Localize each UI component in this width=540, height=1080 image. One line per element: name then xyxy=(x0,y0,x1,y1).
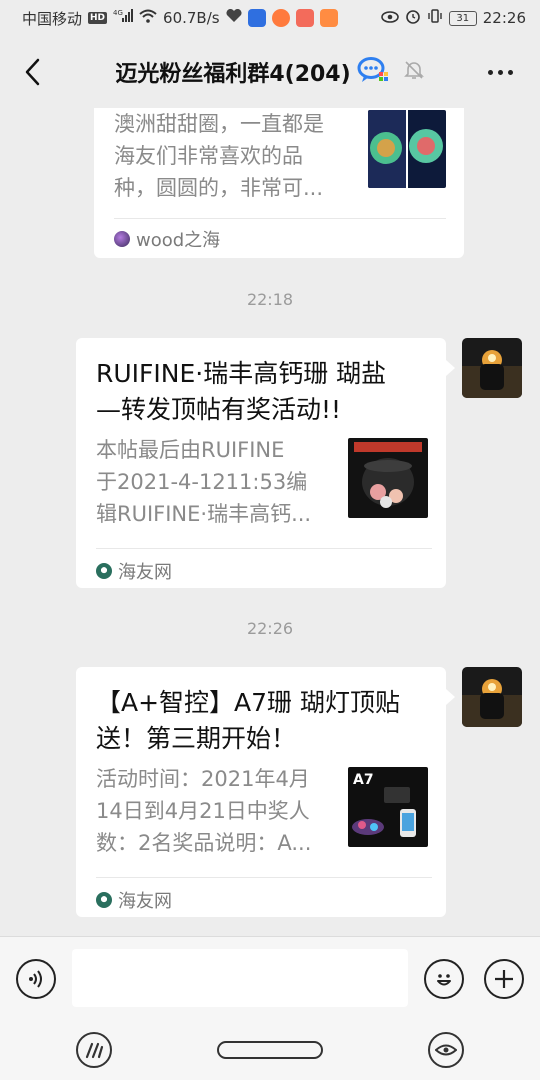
nav-assistant-button[interactable] xyxy=(428,1032,464,1068)
app-notification-icon xyxy=(295,9,314,27)
more-icon-dot xyxy=(497,69,503,75)
emoji-button[interactable] xyxy=(424,959,464,999)
chat-title: 迈光粉丝福利群4(204) xyxy=(115,62,351,87)
voice-icon xyxy=(29,970,42,988)
card-source: 海友网 xyxy=(96,887,172,913)
source-label: wood之海 xyxy=(136,230,221,251)
add-button[interactable] xyxy=(484,959,524,999)
source-label: 海友网 xyxy=(118,562,172,583)
status-bar: 中国移动 HD 4G 60.7B/s 31 22:26 xyxy=(0,0,540,36)
vibrate-icon xyxy=(427,8,443,28)
timestamp: 22:26 xyxy=(246,619,294,638)
card-thumbnail xyxy=(348,438,428,518)
network-type: 4G xyxy=(113,9,123,17)
more-button[interactable] xyxy=(482,58,518,86)
card-divider xyxy=(114,218,446,219)
link-card[interactable]: 澳洲甜甜圈，一直都是 海友们非常喜欢的品 种，圆圆的，非常可... wood之海 xyxy=(94,108,464,258)
bubble-tail xyxy=(446,689,455,705)
haiyou-logo-icon xyxy=(96,563,112,579)
card-thumbnail xyxy=(368,110,446,188)
card-divider xyxy=(96,877,432,878)
back-button[interactable] xyxy=(14,54,50,90)
carrier-label: 中国移动 xyxy=(22,9,83,28)
card-thumbnail: A7 xyxy=(348,767,428,847)
wifi-icon xyxy=(139,9,157,27)
link-card[interactable]: RUIFINE·瑞丰高钙珊 瑚盐 —转发顶帖有奖活动!! 本帖最后由RUIFIN… xyxy=(76,338,446,588)
signal-icon: 4G xyxy=(113,9,134,27)
add-icon xyxy=(495,970,513,988)
card-divider xyxy=(96,548,432,549)
voice-button[interactable] xyxy=(16,959,56,999)
nav-app-button[interactable] xyxy=(76,1032,112,1068)
gift-app-icon xyxy=(319,9,338,27)
heart-rate-icon xyxy=(226,8,242,27)
card-title: 【A+智控】A7珊 瑚灯顶贴 送！第三期开始！ xyxy=(96,688,401,753)
eye-icon xyxy=(380,9,399,27)
message-input[interactable] xyxy=(72,949,408,1007)
app-logo-icon xyxy=(85,1042,104,1059)
chat-bot-icon[interactable] xyxy=(357,56,389,88)
shield-app-icon xyxy=(247,9,266,27)
battery-icon: 31 xyxy=(448,10,477,26)
status-time: 22:26 xyxy=(482,9,526,27)
source-avatar-icon xyxy=(114,231,130,247)
home-gesture-bar[interactable] xyxy=(217,1041,323,1059)
thumbnail-label: A7 xyxy=(353,772,374,788)
avatar[interactable] xyxy=(462,667,522,727)
bubble-tail xyxy=(446,360,455,376)
emoji-icon xyxy=(437,974,451,986)
system-nav-bar xyxy=(0,1020,540,1080)
avatar[interactable] xyxy=(462,338,522,398)
card-description: 活动时间：2021年4月 14日到4月21日中奖人 数：2名奖品说明：A... xyxy=(96,767,312,855)
network-speed: 60.7B/s xyxy=(163,9,220,27)
timestamp: 22:18 xyxy=(246,290,294,309)
more-icon-dot xyxy=(507,69,513,75)
back-arrow-icon xyxy=(25,58,40,86)
card-description: 本帖最后由RUIFINE 于2021-4-1211:53编 辑RUIFINE·瑞… xyxy=(96,438,312,526)
eye-icon xyxy=(435,1044,457,1056)
card-source: wood之海 xyxy=(114,226,220,252)
weibo-app-icon xyxy=(271,9,290,27)
more-icon-dot xyxy=(487,69,493,75)
input-bar xyxy=(0,936,540,1020)
alarm-icon xyxy=(405,8,421,28)
haiyou-logo-icon xyxy=(96,892,112,908)
hd-badge: HD xyxy=(88,12,108,24)
card-source: 海友网 xyxy=(96,558,172,584)
link-card[interactable]: 【A+智控】A7珊 瑚灯顶贴 送！第三期开始！ 活动时间：2021年4月 14日… xyxy=(76,667,446,917)
card-description: 澳洲甜甜圈，一直都是 海友们非常喜欢的品 种，圆圆的，非常可... xyxy=(114,112,324,200)
mute-bell-icon xyxy=(403,59,425,85)
source-label: 海友网 xyxy=(118,891,172,912)
card-title: RUIFINE·瑞丰高钙珊 瑚盐 —转发顶帖有奖活动!! xyxy=(96,359,387,424)
chat-messages[interactable]: 澳洲甜甜圈，一直都是 海友们非常喜欢的品 种，圆圆的，非常可... wood之海… xyxy=(0,108,540,936)
chat-header: 迈光粉丝福利群4(204) xyxy=(0,36,540,108)
